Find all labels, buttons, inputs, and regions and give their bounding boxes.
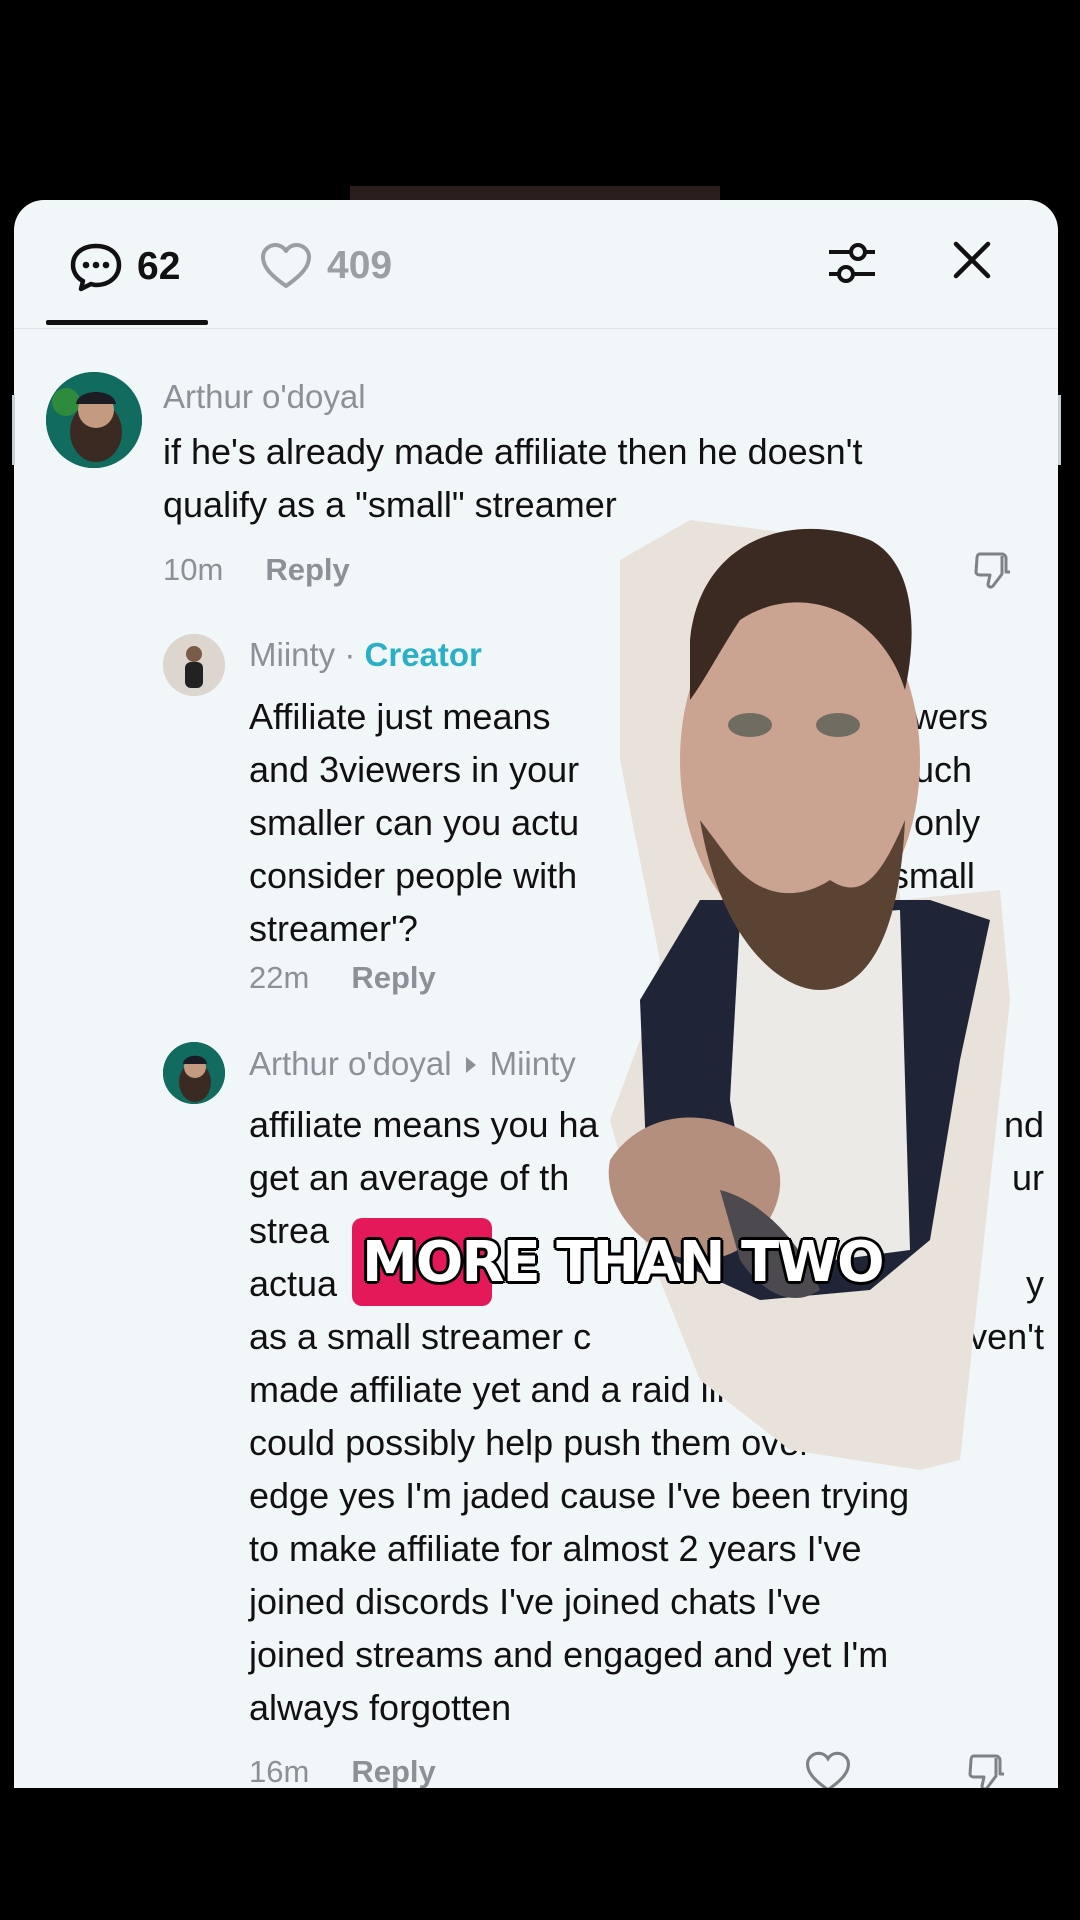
divider-right — [1058, 395, 1061, 465]
reply-button[interactable]: Reply — [351, 960, 435, 995]
comment-meta: 10m Reply — [163, 552, 350, 588]
avatar[interactable] — [163, 634, 225, 696]
avatar-image — [46, 372, 142, 468]
comment-time: 10m — [163, 552, 224, 587]
separator: · — [344, 636, 356, 673]
reply-arrow-icon — [465, 1057, 476, 1074]
reply-to-name[interactable]: Miinty — [490, 1045, 576, 1082]
tab-comments[interactable]: 62 — [69, 242, 180, 292]
comment-author: Arthur o'doyal Miinty — [249, 1045, 576, 1083]
close-icon[interactable] — [950, 238, 994, 282]
dislike-icon[interactable] — [966, 1750, 1010, 1788]
reply-button[interactable]: Reply — [265, 552, 349, 587]
comment-text-continued: nd ur y haven't — [929, 1104, 1044, 1357]
heart-outline-icon[interactable] — [804, 1750, 852, 1788]
comments-count: 62 — [137, 245, 181, 288]
comment-text: Affiliate just means and 3viewers in you… — [249, 696, 580, 949]
comment-meta: 22m Reply — [249, 960, 436, 996]
comment-text-continued: lowers much u only 'small — [884, 696, 989, 896]
avatar-image — [163, 1042, 225, 1104]
likes-count: 409 — [327, 244, 393, 287]
comment-time: 16m — [249, 1754, 310, 1788]
caption-text: MORE THAN TWO — [362, 1229, 885, 1295]
creator-badge: Creator — [364, 636, 482, 673]
comment-author[interactable]: Arthur o'doyal — [163, 378, 366, 416]
author-name[interactable]: Miinty — [249, 636, 335, 673]
sliders-icon[interactable] — [826, 238, 878, 288]
comment-time: 22m — [249, 960, 310, 995]
avatar[interactable] — [163, 1042, 225, 1104]
dislike-icon[interactable] — [972, 548, 1016, 592]
heart-outline-icon — [261, 243, 311, 288]
comment-bubble-icon — [70, 243, 122, 292]
divider-left — [12, 395, 15, 465]
comment-author: Miinty · Creator — [249, 636, 482, 674]
active-tab-indicator — [46, 320, 208, 325]
video-caption: MORE THAN TWO — [352, 1218, 885, 1306]
comment-meta: 16m Reply — [249, 1754, 436, 1788]
reply-button[interactable]: Reply — [351, 1754, 435, 1788]
tab-likes[interactable]: 409 — [259, 242, 392, 290]
author-name[interactable]: Arthur o'doyal — [249, 1045, 452, 1082]
comments-sheet: 62 409 Arthur o'doyal if he's already ma… — [14, 200, 1058, 1788]
comments-header: 62 409 — [14, 200, 1058, 329]
avatar[interactable] — [46, 372, 142, 468]
avatar-image — [163, 634, 225, 696]
comment-text: if he's already made affiliate then he d… — [163, 431, 863, 525]
